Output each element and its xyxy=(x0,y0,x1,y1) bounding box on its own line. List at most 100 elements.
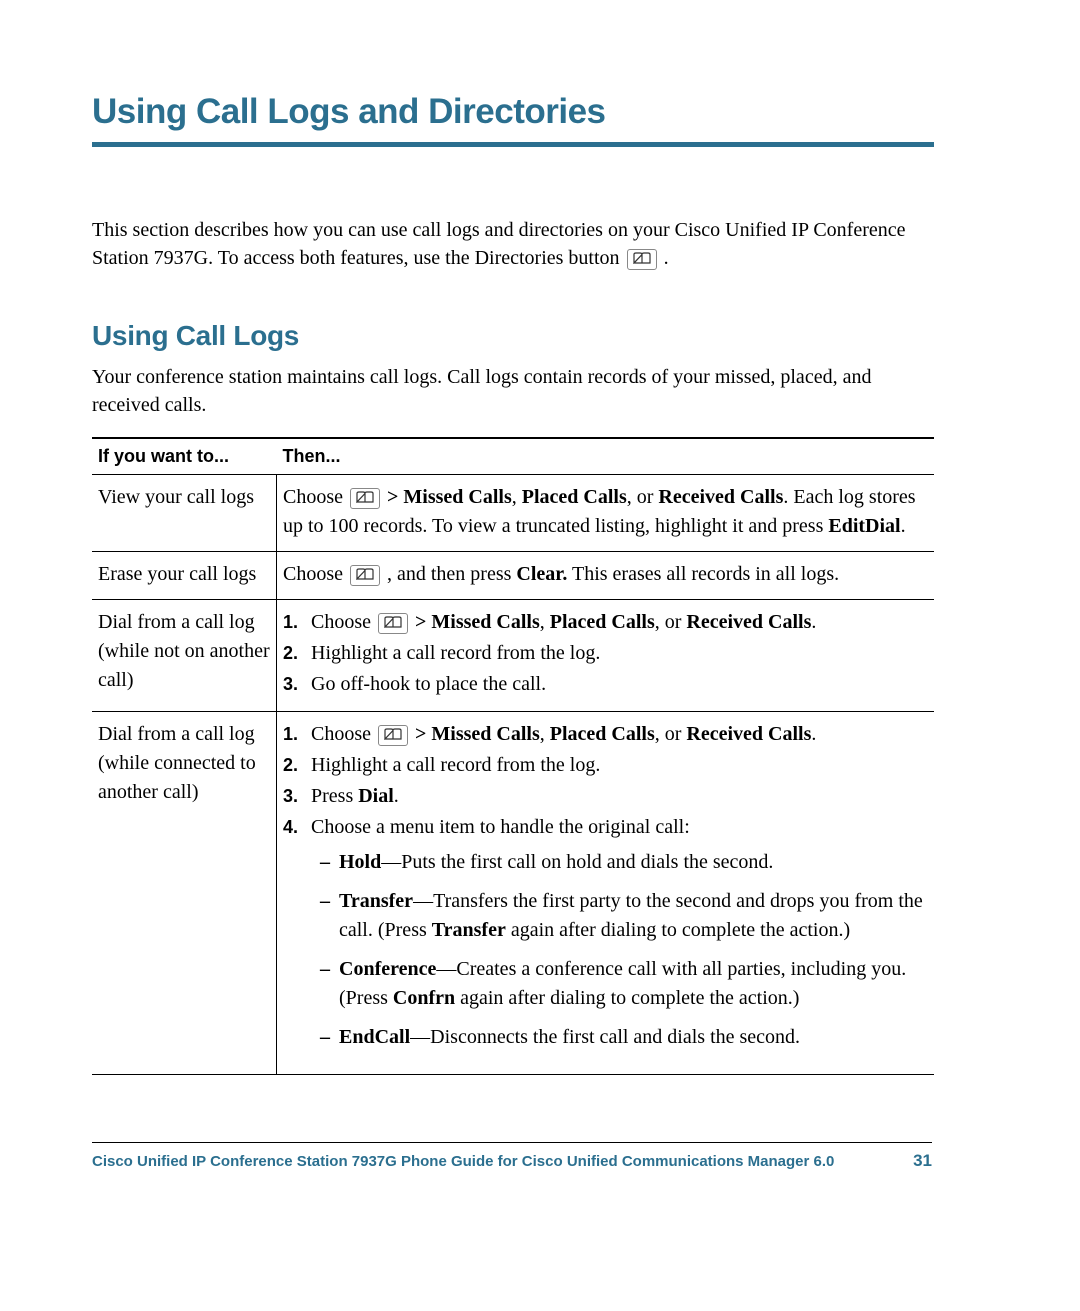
directories-icon xyxy=(350,565,380,586)
task-left: Dial from a call log (while connected to… xyxy=(92,712,277,1075)
table-row: View your call logs Choose > Missed Call… xyxy=(92,475,934,552)
bold-text: Received Calls xyxy=(686,723,811,745)
list-item: 3. Press Dial. xyxy=(283,782,928,811)
bold-text: Placed Calls xyxy=(550,611,655,633)
task-left: Dial from a call log (while not on anoth… xyxy=(92,600,277,712)
text: . xyxy=(783,486,793,508)
bold-text: Hold xyxy=(339,851,381,873)
directories-icon xyxy=(378,725,408,746)
bold-text: Conference xyxy=(339,958,436,980)
task-left: Erase your call logs xyxy=(92,552,277,600)
text: This erases all records in all logs. xyxy=(567,563,839,585)
list-number: 2. xyxy=(283,639,311,668)
ordered-list: 1. Choose > Missed Calls, Placed Calls, … xyxy=(283,608,928,699)
text: —Puts the first call on hold and dials t… xyxy=(381,851,773,873)
text: , or xyxy=(655,611,687,633)
bold-text: > Missed Calls xyxy=(415,611,540,633)
page: Using Call Logs and Directories This sec… xyxy=(0,0,1080,1311)
text: . xyxy=(901,515,906,537)
list-text: Go off-hook to place the call. xyxy=(311,670,928,699)
dash-text: Conference—Creates a conference call wit… xyxy=(339,955,928,1013)
section-intro: Your conference station maintains call l… xyxy=(92,364,934,419)
list-text: Press Dial. xyxy=(311,782,928,811)
text: , or xyxy=(655,723,687,745)
text: . xyxy=(394,785,399,807)
list-text: Highlight a call record from the log. xyxy=(311,639,928,668)
text: , and then press xyxy=(387,563,516,585)
text: again after dialing to complete the acti… xyxy=(455,987,799,1009)
bold-text: EditDial xyxy=(828,515,900,537)
text: , or xyxy=(627,486,659,508)
list-item: 2. Highlight a call record from the log. xyxy=(283,751,928,780)
list-item: 3. Go off-hook to place the call. xyxy=(283,670,928,699)
dash-text: EndCall—Disconnects the first call and d… xyxy=(339,1023,928,1052)
text: , xyxy=(540,723,550,745)
dash-item: – Transfer—Transfers the first party to … xyxy=(311,887,928,945)
dash-item: – EndCall—Disconnects the first call and… xyxy=(311,1023,928,1052)
directories-icon xyxy=(378,613,408,634)
directories-icon xyxy=(627,249,657,270)
bold-text: > Missed Calls xyxy=(415,723,540,745)
bold-text: Placed Calls xyxy=(550,723,655,745)
table-row: Dial from a call log (while connected to… xyxy=(92,712,934,1075)
task-right: 1. Choose > Missed Calls, Placed Calls, … xyxy=(277,712,935,1075)
list-number: 3. xyxy=(283,782,311,811)
bold-text: Transfer xyxy=(432,919,506,941)
page-title: Using Call Logs and Directories xyxy=(92,92,934,132)
text: Choose xyxy=(283,563,348,585)
list-number: 4. xyxy=(283,813,311,1062)
bold-text: Received Calls xyxy=(686,611,811,633)
bold-text: Clear. xyxy=(516,563,567,585)
text: again after dialing to complete the acti… xyxy=(506,919,850,941)
dash-list: – Hold—Puts the first call on hold and d… xyxy=(311,848,928,1052)
text: Choose a menu item to handle the origina… xyxy=(311,816,690,838)
intro-text-2: . xyxy=(664,247,669,269)
bold-text: Received Calls xyxy=(658,486,783,508)
intro-paragraph: This section describes how you can use c… xyxy=(92,217,934,272)
title-rule xyxy=(92,142,934,147)
task-left: View your call logs xyxy=(92,475,277,552)
task-table: If you want to... Then... View your call… xyxy=(92,437,934,1075)
dash-item: – Hold—Puts the first call on hold and d… xyxy=(311,848,928,877)
text: Choose xyxy=(283,486,348,508)
list-number: 1. xyxy=(283,608,311,637)
text: . xyxy=(811,611,816,633)
bold-text: Dial xyxy=(358,785,394,807)
directories-icon xyxy=(350,488,380,509)
ordered-list: 1. Choose > Missed Calls, Placed Calls, … xyxy=(283,720,928,1062)
list-text: Choose > Missed Calls, Placed Calls, or … xyxy=(311,720,928,749)
dash-item: – Conference—Creates a conference call w… xyxy=(311,955,928,1013)
table-row: Erase your call logs Choose , and then p… xyxy=(92,552,934,600)
text: . xyxy=(811,723,816,745)
task-right: 1. Choose > Missed Calls, Placed Calls, … xyxy=(277,600,935,712)
task-right: Choose > Missed Calls, Placed Calls, or … xyxy=(277,475,935,552)
intro-text-1: This section describes how you can use c… xyxy=(92,219,906,269)
list-text: Highlight a call record from the log. xyxy=(311,751,928,780)
bold-text: Confrn xyxy=(393,987,455,1009)
dash-bullet: – xyxy=(311,955,339,1013)
footer-page-number: 31 xyxy=(913,1151,932,1171)
dash-bullet: – xyxy=(311,848,339,877)
dash-text: Transfer—Transfers the first party to th… xyxy=(339,887,928,945)
text: , xyxy=(540,611,550,633)
list-item: 1. Choose > Missed Calls, Placed Calls, … xyxy=(283,720,928,749)
list-text: Choose > Missed Calls, Placed Calls, or … xyxy=(311,608,928,637)
dash-bullet: – xyxy=(311,1023,339,1052)
bold-text: EndCall xyxy=(339,1026,410,1048)
dash-bullet: – xyxy=(311,887,339,945)
content-area: Using Call Logs and Directories This sec… xyxy=(92,92,934,1075)
dash-text: Hold—Puts the first call on hold and dia… xyxy=(339,848,928,877)
text: Press xyxy=(311,785,358,807)
list-item: 4. Choose a menu item to handle the orig… xyxy=(283,813,928,1062)
col-header-right: Then... xyxy=(277,438,935,475)
table-row: Dial from a call log (while not on anoth… xyxy=(92,600,934,712)
footer-title: Cisco Unified IP Conference Station 7937… xyxy=(92,1153,834,1170)
text: , xyxy=(512,486,522,508)
list-item: 2. Highlight a call record from the log. xyxy=(283,639,928,668)
list-text: Choose a menu item to handle the origina… xyxy=(311,813,928,1062)
col-header-left: If you want to... xyxy=(92,438,277,475)
bold-text: Placed Calls xyxy=(522,486,627,508)
text: Choose xyxy=(311,723,376,745)
list-number: 2. xyxy=(283,751,311,780)
bold-text: > Missed Calls xyxy=(387,486,512,508)
